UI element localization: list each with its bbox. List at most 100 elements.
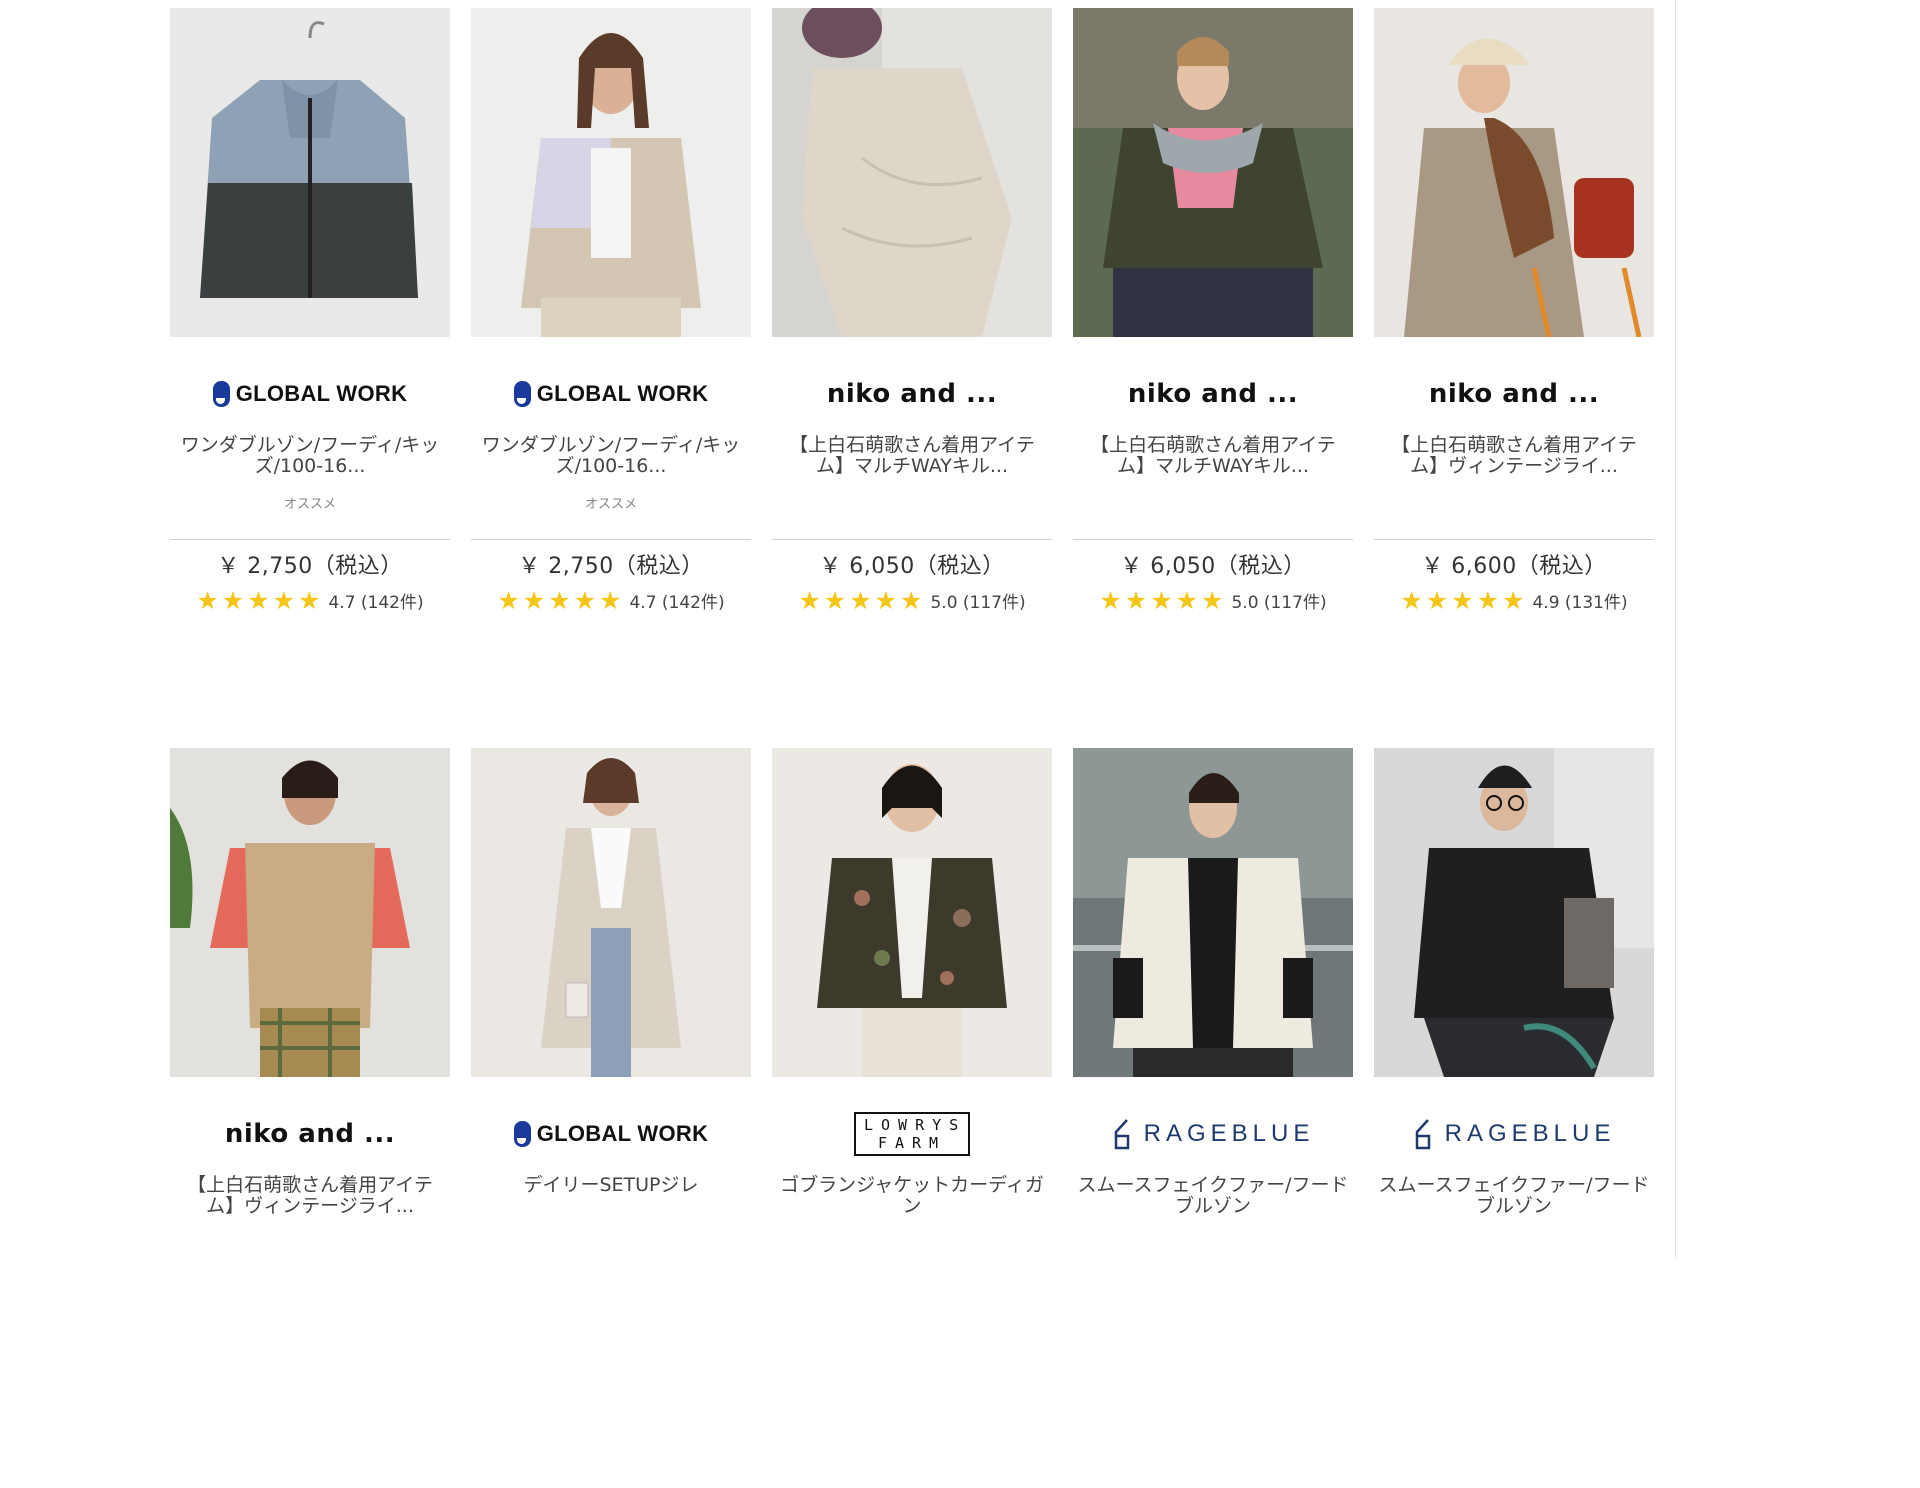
global-work-logo-icon [513, 381, 531, 407]
product-card[interactable]: RAGEBLUE スムースフェイクファー/フードブルゾン [1374, 748, 1654, 1488]
product-rating[interactable]: ★ ★ ★ ★ ★ 4.7 (142件) [170, 588, 450, 613]
star-icon: ★ [1451, 586, 1474, 615]
card-divider [471, 539, 751, 540]
recommend-tag [772, 493, 1052, 513]
rating-stars: ★ ★ ★ ★ ★ [1099, 588, 1223, 613]
brand-logo[interactable]: niko and ... [1073, 367, 1353, 421]
product-name[interactable]: ワンダブルゾン/フーディ/キッズ/100-16... [170, 435, 450, 481]
product-card[interactable]: GLOBAL WORK ワンダブルゾン/フーディ/キッズ/100-16... オ… [471, 8, 751, 748]
card-divider [1374, 539, 1654, 540]
star-icon: ★ [1476, 586, 1500, 615]
star-icon: ★ [522, 586, 546, 615]
star-icon: ★ [823, 586, 847, 615]
recommend-tag: オススメ [584, 497, 637, 512]
star-icon: ★ [1201, 586, 1224, 615]
star-icon: ★ [196, 586, 219, 615]
product-image[interactable] [1073, 748, 1353, 1077]
star-icon: ★ [849, 586, 872, 615]
star-icon: ★ [272, 586, 296, 615]
star-icon: ★ [1150, 586, 1173, 615]
brand-logo[interactable]: niko and ... [772, 367, 1052, 421]
product-name[interactable]: スムースフェイクファー/フードブルゾン [1073, 1175, 1353, 1221]
star-icon: ★ [298, 586, 321, 615]
rating-count: 4.7 (142件) [629, 593, 725, 613]
product-rating[interactable]: ★ ★ ★ ★ ★ 4.9 (131件) [1374, 588, 1654, 613]
brand-logo[interactable]: GLOBAL WORK [471, 1107, 751, 1161]
star-icon: ★ [1175, 586, 1199, 615]
rageblue-logo-icon [1114, 1119, 1129, 1150]
product-image[interactable] [170, 8, 450, 337]
star-icon: ★ [1400, 586, 1423, 615]
rating-count: 5.0 (117件) [930, 593, 1026, 613]
star-icon: ★ [1502, 586, 1525, 615]
card-divider [170, 539, 450, 540]
product-price: ￥ 6,050（税込） [1120, 554, 1306, 579]
recommend-tag [1073, 493, 1353, 513]
star-icon: ★ [599, 586, 622, 615]
brand-logo[interactable]: GLOBAL WORK [170, 367, 450, 421]
product-name[interactable]: 【上白石萌歌さん着用アイテム】マルチWAYキル... [1073, 435, 1353, 481]
card-divider [1073, 539, 1353, 540]
product-card[interactable]: niko and ... 【上白石萌歌さん着用アイテム】ヴィンテージライ... [170, 748, 450, 1488]
product-image[interactable] [170, 748, 450, 1077]
product-card[interactable]: niko and ... 【上白石萌歌さん着用アイテム】マルチWAYキル... … [772, 8, 1052, 748]
product-image[interactable] [772, 748, 1052, 1077]
star-icon: ★ [1099, 586, 1122, 615]
product-row: niko and ... 【上白石萌歌さん着用アイテム】ヴィンテージライ... … [170, 748, 1654, 1488]
page-divider [1675, 0, 1676, 1259]
product-card[interactable]: GLOBAL WORK デイリーSETUPジレ [471, 748, 751, 1488]
star-icon: ★ [573, 586, 597, 615]
product-image[interactable] [471, 748, 751, 1077]
product-name[interactable]: 【上白石萌歌さん着用アイテム】ヴィンテージライ... [1374, 435, 1654, 481]
product-image[interactable] [471, 8, 751, 337]
brand-logo[interactable]: niko and ... [170, 1107, 450, 1161]
rageblue-logo-icon [1415, 1119, 1430, 1150]
product-price: ￥ 6,600（税込） [1421, 554, 1607, 579]
product-image[interactable] [772, 8, 1052, 337]
star-icon: ★ [900, 586, 923, 615]
rating-stars: ★ ★ ★ ★ ★ [196, 588, 320, 613]
product-grid: GLOBAL WORK ワンダブルゾン/フーディ/キッズ/100-16... オ… [170, 8, 1654, 1488]
product-row: GLOBAL WORK ワンダブルゾン/フーディ/キッズ/100-16... オ… [170, 8, 1654, 748]
star-icon: ★ [221, 586, 245, 615]
product-card[interactable]: RAGEBLUE スムースフェイクファー/フードブルゾン [1073, 748, 1353, 1488]
product-name[interactable]: 【上白石萌歌さん着用アイテム】マルチWAYキル... [772, 435, 1052, 481]
global-work-logo-icon [513, 1121, 531, 1147]
global-work-logo-icon [212, 381, 230, 407]
rating-count: 4.7 (142件) [328, 593, 424, 613]
product-name[interactable]: スムースフェイクファー/フードブルゾン [1374, 1175, 1654, 1221]
product-image[interactable] [1374, 8, 1654, 337]
brand-logo[interactable]: RAGEBLUE [1073, 1107, 1353, 1161]
product-name[interactable]: ゴブランジャケットカーディガン [772, 1175, 1052, 1221]
product-price: ￥ 2,750（税込） [217, 554, 403, 579]
product-price: ￥ 2,750（税込） [518, 554, 704, 579]
brand-logo[interactable]: GLOBAL WORK [471, 367, 751, 421]
product-image[interactable] [1073, 8, 1353, 337]
rating-stars: ★ ★ ★ ★ ★ [1400, 588, 1524, 613]
product-name[interactable]: 【上白石萌歌さん着用アイテム】ヴィンテージライ... [170, 1175, 450, 1221]
star-icon: ★ [497, 586, 520, 615]
product-price: ￥ 6,050（税込） [819, 554, 1005, 579]
rating-count: 4.9 (131件) [1532, 593, 1628, 613]
rating-stars: ★ ★ ★ ★ ★ [798, 588, 922, 613]
star-icon: ★ [798, 586, 821, 615]
product-name[interactable]: デイリーSETUPジレ [471, 1175, 751, 1221]
product-rating[interactable]: ★ ★ ★ ★ ★ 5.0 (117件) [772, 588, 1052, 613]
brand-logo[interactable]: niko and ... [1374, 367, 1654, 421]
recommend-tag [1374, 493, 1654, 513]
brand-logo[interactable]: RAGEBLUE [1374, 1107, 1654, 1161]
product-name[interactable]: ワンダブルゾン/フーディ/キッズ/100-16... [471, 435, 751, 481]
product-rating[interactable]: ★ ★ ★ ★ ★ 4.7 (142件) [471, 588, 751, 613]
product-image[interactable] [1374, 748, 1654, 1077]
product-card[interactable]: niko and ... 【上白石萌歌さん着用アイテム】ヴィンテージライ... … [1374, 8, 1654, 748]
product-rating[interactable]: ★ ★ ★ ★ ★ 5.0 (117件) [1073, 588, 1353, 613]
recommend-tag: オススメ [283, 497, 336, 512]
product-card[interactable]: LOWRYS FARM ゴブランジャケットカーディガン [772, 748, 1052, 1488]
star-icon: ★ [1425, 586, 1449, 615]
star-icon: ★ [247, 586, 270, 615]
product-card[interactable]: niko and ... 【上白石萌歌さん着用アイテム】マルチWAYキル... … [1073, 8, 1353, 748]
rating-stars: ★ ★ ★ ★ ★ [497, 588, 621, 613]
star-icon: ★ [1124, 586, 1148, 615]
brand-logo[interactable]: LOWRYS FARM [772, 1107, 1052, 1161]
product-card[interactable]: GLOBAL WORK ワンダブルゾン/フーディ/キッズ/100-16... オ… [170, 8, 450, 748]
